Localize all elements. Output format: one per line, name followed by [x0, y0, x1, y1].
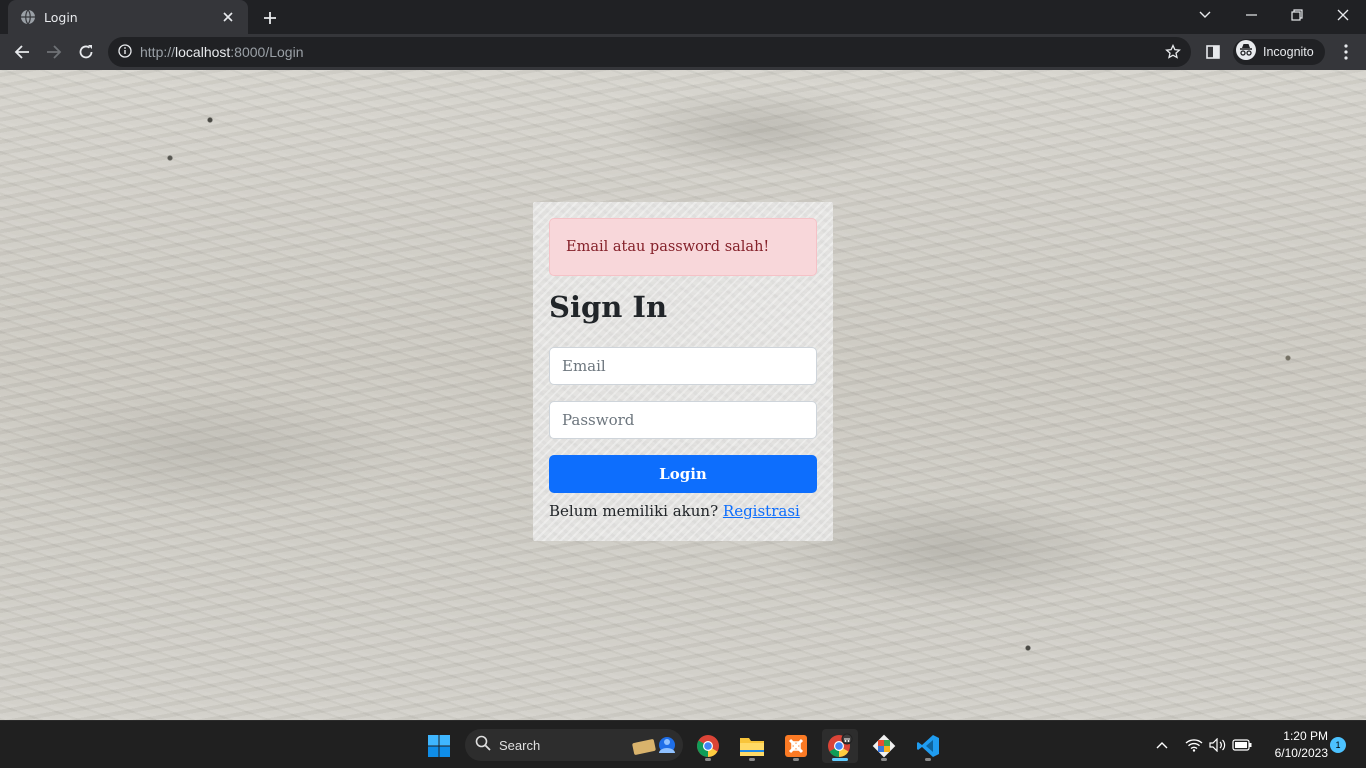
running-indicator [705, 758, 711, 761]
running-indicator [881, 758, 887, 761]
xampp-icon[interactable] [778, 729, 814, 763]
vscode-icon[interactable] [910, 729, 946, 763]
windows-start-icon[interactable] [421, 729, 457, 763]
email-field[interactable] [549, 347, 817, 385]
minimize-icon[interactable] [1228, 0, 1274, 30]
url-text: http://localhost:8000/Login [140, 44, 304, 60]
clock-time: 1:20 PM [1283, 729, 1328, 743]
restore-icon[interactable] [1274, 0, 1320, 30]
browser-tab-strip: Login [0, 0, 1366, 34]
login-button[interactable]: Login [549, 455, 817, 493]
taskbar-clock[interactable]: 1:20 PM 6/10/2023 [1262, 728, 1328, 762]
globe-icon [20, 9, 36, 25]
battery-icon[interactable] [1232, 735, 1252, 755]
register-prompt: Belum memiliki akun? Registrasi [549, 502, 800, 520]
tab-login[interactable]: Login [8, 0, 248, 34]
close-window-icon[interactable] [1320, 0, 1366, 30]
page-title: Sign In [549, 290, 668, 324]
register-prompt-text: Belum memiliki akun? [549, 502, 719, 520]
tab-title: Login [44, 9, 78, 25]
chevron-up-icon[interactable] [1152, 735, 1172, 755]
volume-icon[interactable] [1208, 735, 1228, 755]
taskbar: Search 1:20 PM 6/10/2023 1 [0, 720, 1366, 768]
back-icon[interactable] [8, 38, 36, 66]
search-highlight-icon [629, 733, 677, 761]
clock-date: 6/10/2023 [1274, 746, 1328, 760]
login-card: Email atau password salah! Sign In Login… [533, 202, 833, 541]
search-icon [475, 735, 491, 755]
plus-icon[interactable] [258, 6, 282, 30]
menu-icon[interactable] [1332, 38, 1360, 66]
page-viewport: Email atau password salah! Sign In Login… [0, 70, 1366, 720]
incognito-badge[interactable]: Incognito [1233, 39, 1325, 65]
info-icon[interactable] [118, 43, 132, 62]
chrome-icon[interactable] [690, 729, 726, 763]
running-indicator [749, 758, 755, 761]
sidepanel-icon[interactable] [1199, 38, 1227, 66]
running-indicator [925, 758, 931, 761]
close-icon[interactable] [218, 7, 238, 27]
address-bar[interactable]: http://localhost:8000/Login [108, 37, 1191, 67]
password-field[interactable] [549, 401, 817, 439]
wifi-icon[interactable] [1184, 735, 1204, 755]
chevron-down-icon[interactable] [1182, 0, 1228, 30]
taskbar-search[interactable]: Search [465, 729, 683, 761]
register-link[interactable]: Registrasi [723, 502, 800, 520]
git-icon[interactable] [866, 729, 902, 763]
browser-toolbar: http://localhost:8000/Login Incognito [0, 34, 1366, 70]
reload-icon[interactable] [72, 38, 100, 66]
star-icon[interactable] [1163, 42, 1183, 62]
incognito-icon [1236, 40, 1256, 64]
running-indicator [793, 758, 799, 761]
chrome-incognito-icon[interactable] [822, 729, 858, 763]
incognito-label: Incognito [1263, 45, 1314, 59]
notification-badge[interactable]: 1 [1330, 737, 1346, 753]
file-explorer-icon[interactable] [734, 729, 770, 763]
error-alert: Email atau password salah! [549, 218, 817, 276]
forward-icon[interactable] [40, 38, 68, 66]
active-indicator [832, 758, 848, 761]
search-label: Search [499, 737, 541, 753]
